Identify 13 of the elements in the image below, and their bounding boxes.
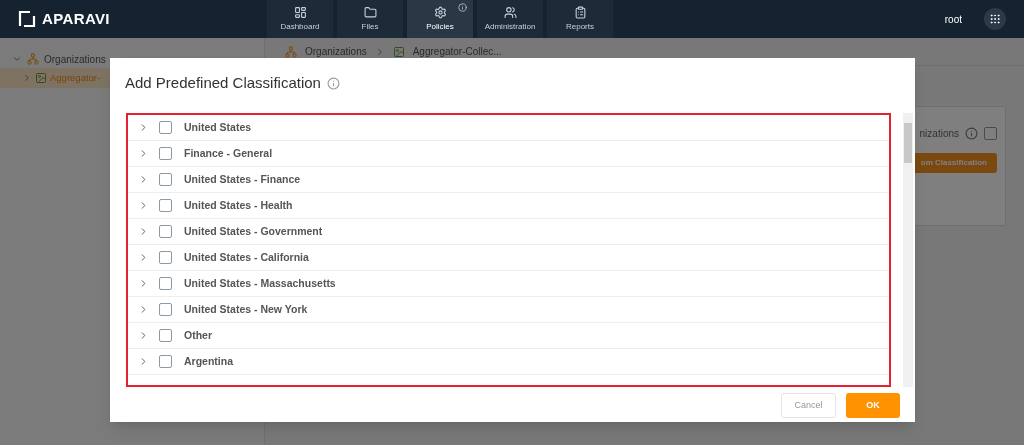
row-label: United States - Health: [184, 197, 293, 213]
row-label: United States: [184, 119, 252, 135]
row-label: United States - Government: [184, 223, 323, 239]
row-label: Argentina: [184, 353, 233, 369]
row-label: United States - Finance: [184, 171, 301, 187]
row-label: United States - New York: [184, 301, 308, 317]
dialog-title: Add Predefined Classification: [125, 72, 321, 93]
row-label: Finance - General: [184, 145, 273, 161]
logo-text: APARAVI: [42, 8, 110, 29]
row-label: Other: [184, 327, 212, 343]
panel-title: nizations: [919, 126, 959, 141]
row-label: United States - Massachusetts: [184, 275, 336, 291]
row-label: United States - California: [184, 249, 309, 265]
